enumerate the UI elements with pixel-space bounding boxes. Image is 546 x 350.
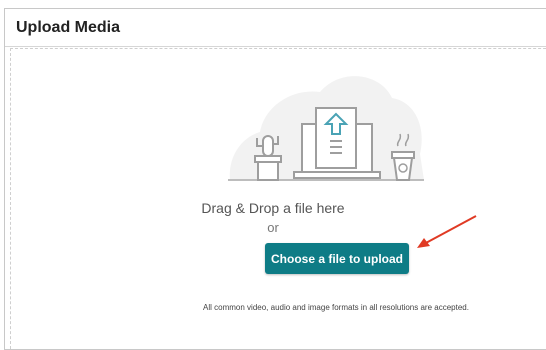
accepted-formats-note: All common video, audio and image format… — [203, 303, 469, 312]
upload-illustration-icon — [228, 76, 424, 181]
choose-file-button[interactable]: Choose a file to upload — [265, 243, 409, 274]
header-divider — [5, 46, 546, 47]
panel-title: Upload Media — [16, 19, 121, 36]
annotation-arrow-icon — [417, 215, 477, 248]
